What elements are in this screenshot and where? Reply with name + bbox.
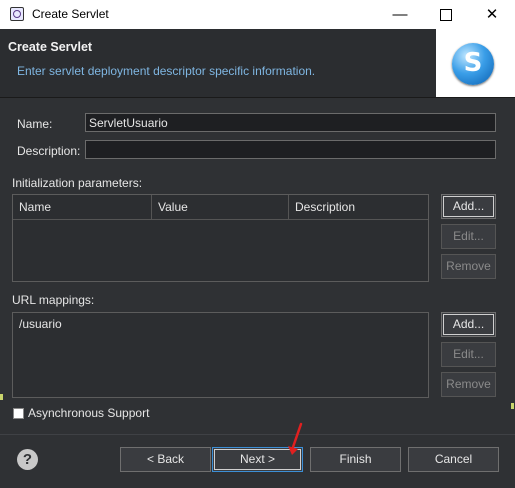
name-field[interactable] bbox=[85, 113, 496, 132]
list-item[interactable]: /usuario bbox=[19, 317, 62, 331]
edge-marker bbox=[511, 403, 514, 409]
minimize-button[interactable]: — bbox=[377, 0, 423, 29]
maximize-icon bbox=[440, 9, 452, 22]
footer-separator bbox=[0, 434, 515, 435]
url-mappings-remove-button[interactable]: Remove bbox=[441, 372, 496, 397]
red-arrow-annotation-icon bbox=[288, 422, 303, 455]
init-params-add-button[interactable]: Add... bbox=[441, 194, 496, 219]
url-mappings-add-button[interactable]: Add... bbox=[441, 312, 496, 337]
url-mappings-edit-button[interactable]: Edit... bbox=[441, 342, 496, 367]
help-icon[interactable]: ? bbox=[17, 449, 38, 470]
url-mappings-list[interactable]: /usuario bbox=[12, 312, 429, 398]
name-label: Name: bbox=[17, 117, 53, 131]
init-params-header: Name Value Description bbox=[13, 195, 428, 220]
cancel-button[interactable]: Cancel bbox=[408, 447, 499, 472]
close-button[interactable]: ✕ bbox=[469, 0, 515, 29]
init-params-edit-button[interactable]: Edit... bbox=[441, 224, 496, 249]
back-button[interactable]: < Back bbox=[120, 447, 211, 472]
wizard-description: Enter servlet deployment descriptor spec… bbox=[17, 64, 316, 78]
column-header-name[interactable]: Name bbox=[13, 195, 152, 219]
edge-marker bbox=[0, 394, 3, 400]
eclipse-app-icon bbox=[10, 7, 24, 21]
description-label: Description: bbox=[17, 144, 81, 158]
url-mappings-label: URL mappings: bbox=[12, 293, 95, 307]
window-title: Create Servlet bbox=[32, 7, 109, 21]
async-support-checkbox[interactable] bbox=[13, 408, 24, 419]
wizard-logo-area: S bbox=[436, 29, 515, 97]
init-params-label: Initialization parameters: bbox=[12, 176, 143, 190]
description-field[interactable] bbox=[85, 140, 496, 159]
maximize-button[interactable] bbox=[423, 0, 469, 29]
window-titlebar: Create Servlet — ✕ bbox=[0, 0, 515, 29]
column-header-description[interactable]: Description bbox=[289, 195, 428, 219]
finish-button[interactable]: Finish bbox=[310, 447, 401, 472]
wizard-banner: Create Servlet Enter servlet deployment … bbox=[0, 29, 515, 98]
servlet-logo-icon: S bbox=[452, 43, 494, 85]
async-support-label[interactable]: Asynchronous Support bbox=[28, 406, 149, 420]
init-params-remove-button[interactable]: Remove bbox=[441, 254, 496, 279]
wizard-heading: Create Servlet bbox=[8, 40, 93, 54]
column-header-value[interactable]: Value bbox=[152, 195, 289, 219]
init-params-table[interactable]: Name Value Description bbox=[12, 194, 429, 282]
